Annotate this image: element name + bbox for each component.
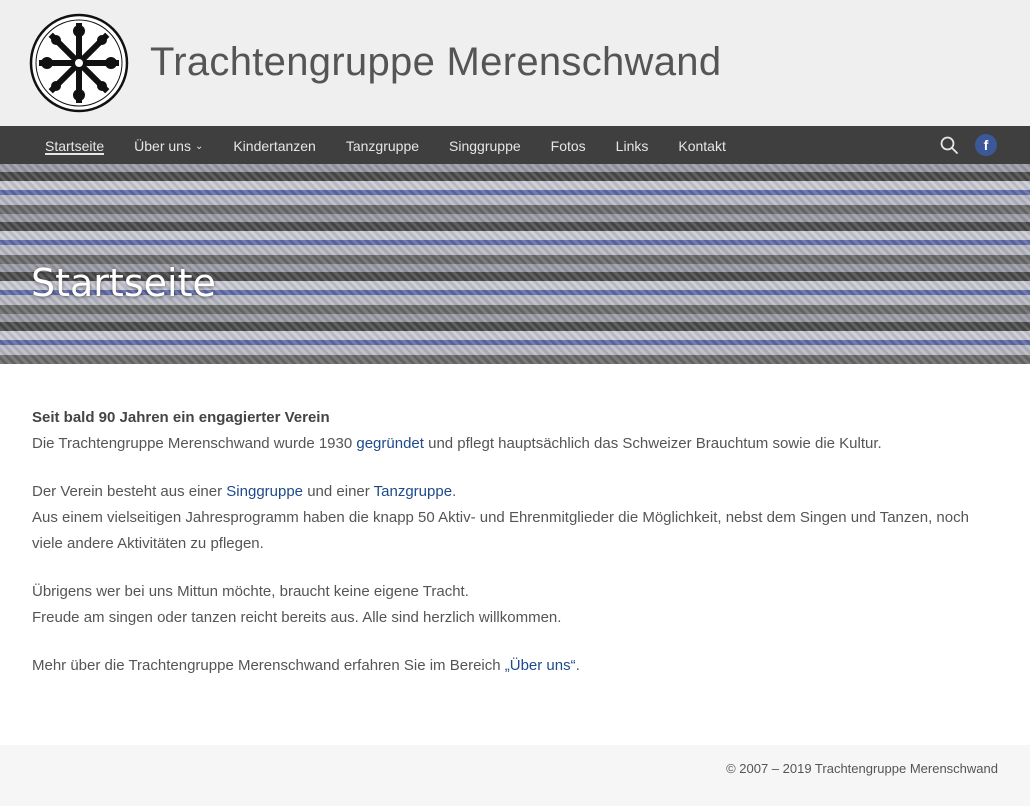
welcome-paragraph: Übrigens wer bei uns Mittun möchte, brau… — [32, 579, 1002, 631]
link-gegruendet[interactable]: gegründet — [356, 435, 424, 452]
hero-banner: Startseite — [0, 164, 1030, 364]
chevron-down-icon: ⌄ — [194, 141, 204, 152]
nav-item-kindertanzen[interactable]: Kindertanzen — [218, 126, 331, 164]
search-icon[interactable] — [940, 136, 958, 154]
nav-item-links[interactable]: Links — [601, 126, 664, 164]
page-title: Startseite — [31, 261, 216, 306]
nav-item-label: Singgruppe — [449, 138, 521, 154]
nav-list: Startseite Über uns ⌄ Kindertanzen Tanzgr… — [30, 126, 741, 164]
link-singgruppe[interactable]: Singgruppe — [226, 483, 303, 500]
link-tanzgruppe[interactable]: Tanzgruppe — [374, 483, 452, 500]
main-content: Seit bald 90 Jahren ein engagierter Vere… — [32, 405, 1002, 701]
copyright-text: © 2007 – 2019 Trachtengruppe Merenschwan… — [726, 761, 998, 776]
nav-item-label: Links — [615, 138, 649, 154]
nav-item-tanzgruppe[interactable]: Tanzgruppe — [331, 126, 434, 164]
text: . — [575, 657, 580, 674]
facebook-icon[interactable]: f — [975, 134, 997, 156]
link-ueber-uns[interactable]: „Über uns“ — [505, 657, 576, 674]
nav-item-kontakt[interactable]: Kontakt — [663, 126, 740, 164]
text: und pflegt hauptsächlich das Schweizer B… — [423, 435, 882, 452]
nav-item-label: Kindertanzen — [233, 138, 316, 154]
nav-item-label: Fotos — [550, 138, 586, 154]
text: Übrigens wer bei uns Mittun möchte, brau… — [32, 583, 469, 600]
text: Die Trachtengruppe Merenschwand wurde 19… — [32, 435, 357, 452]
text: und einer — [303, 483, 374, 500]
more-info-paragraph: Mehr über die Trachtengruppe Merenschwan… — [32, 653, 1002, 679]
nav-item-fotos[interactable]: Fotos — [536, 126, 601, 164]
nav-item-ueber-uns[interactable]: Über uns ⌄ — [119, 126, 218, 164]
nav-item-singgruppe[interactable]: Singgruppe — [434, 126, 536, 164]
intro-paragraph: Seit bald 90 Jahren ein engagierter Vere… — [32, 405, 1002, 457]
content-heading: Seit bald 90 Jahren ein engagierter Vere… — [32, 409, 330, 426]
text: . — [452, 483, 457, 500]
nav-item-label: Tanzgruppe — [345, 138, 420, 154]
text: Freude am singen oder tanzen reicht bere… — [32, 609, 562, 626]
site-title[interactable]: Trachtengruppe Merenschwand — [150, 40, 721, 85]
text: Der Verein besteht aus einer — [32, 483, 227, 500]
site-footer: © 2007 – 2019 Trachtengruppe Merenschwan… — [0, 745, 1030, 806]
text: Mehr über die Trachtengruppe Merenschwan… — [32, 657, 505, 674]
text: Aus einem vielseitigen Jahresprogramm ha… — [32, 509, 969, 552]
nav-item-label: Kontakt — [678, 138, 726, 154]
site-header: Trachtengruppe Merenschwand — [0, 0, 1030, 126]
nav-item-startseite[interactable]: Startseite — [30, 126, 119, 164]
nav-item-label: Startseite — [45, 138, 105, 154]
club-logo-icon[interactable] — [29, 13, 129, 113]
main-navigation: Startseite Über uns ⌄ Kindertanzen Tanzgr… — [0, 126, 1030, 164]
nav-item-label: Über uns — [134, 138, 191, 154]
groups-paragraph: Der Verein besteht aus einer Singgruppe … — [32, 479, 1002, 557]
